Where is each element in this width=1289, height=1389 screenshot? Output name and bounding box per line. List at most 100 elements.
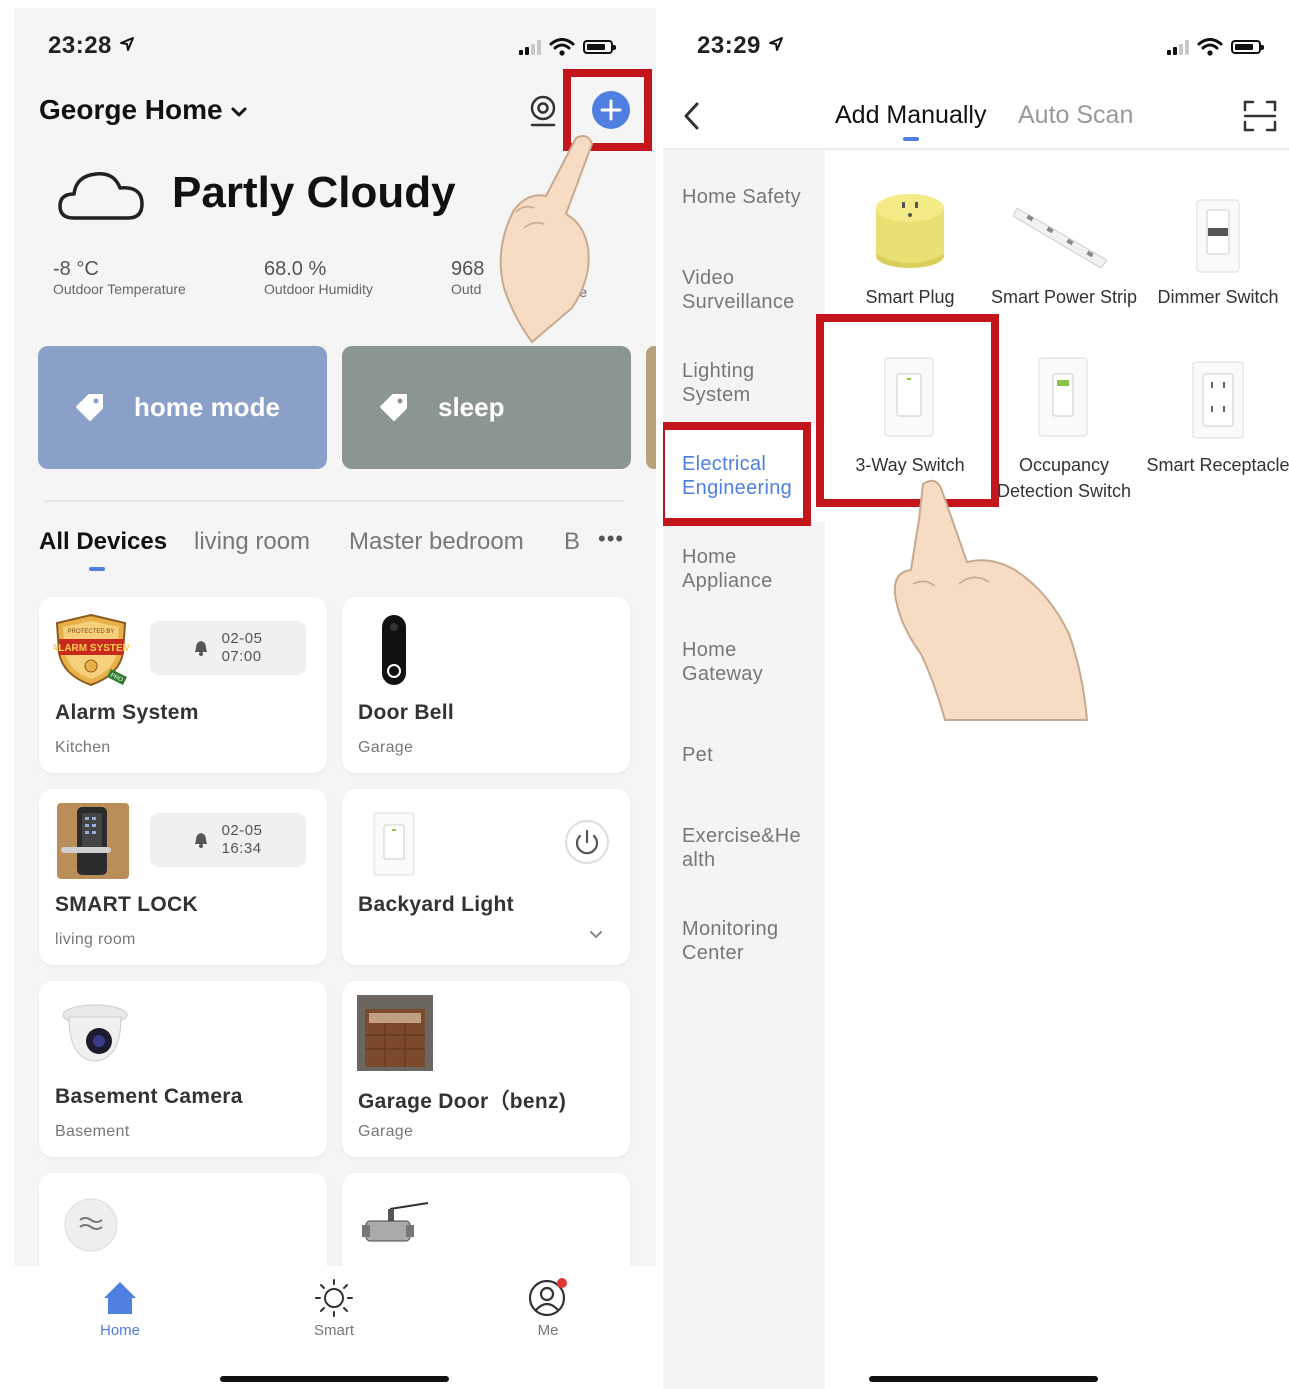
sensor-icon <box>64 1198 118 1252</box>
alarm-schedule: 02-05 16:34 <box>150 813 306 867</box>
nav-home-label[interactable]: Home <box>60 1322 180 1339</box>
device-name: Garage Door（benz) <box>358 1090 567 1113</box>
badge-top-text: PROTECTED BY <box>68 629 115 635</box>
home-icon[interactable] <box>100 1278 140 1318</box>
power-button[interactable] <box>564 819 610 865</box>
wifi-icon <box>549 38 575 56</box>
tab-all-devices[interactable]: All Devices <box>39 528 167 556</box>
tab-indicator <box>89 567 105 571</box>
category-exercise-health[interactable]: Exercise&He alth <box>682 824 801 872</box>
bell-icon <box>194 641 207 656</box>
category-video-surveillance[interactable]: Video Surveillance <box>682 266 795 314</box>
alarm-badge-icon: ALARM SYSTEM PROTECTED BY PRO <box>53 613 129 687</box>
doorbell-icon <box>382 615 406 685</box>
device-card-smart-lock[interactable]: 02-05 16:34 SMART LOCK living room <box>39 789 327 965</box>
product-smart-receptacle[interactable]: Smart Receptacle <box>1143 356 1289 506</box>
garage-door-icon <box>357 995 433 1071</box>
category-home-safety[interactable]: Home Safety <box>682 185 801 209</box>
chevron-down-icon <box>231 107 247 117</box>
cellular-signal-icon <box>1167 39 1189 55</box>
more-tabs-button[interactable]: ••• <box>598 526 624 552</box>
outdoor-humidity: 68.0 % Outdoor Humidity <box>264 258 373 297</box>
tab-master-bedroom[interactable]: Master bedroom <box>349 528 524 556</box>
nav-smart-label[interactable]: Smart <box>274 1322 394 1339</box>
location-arrow-icon <box>769 37 784 51</box>
sun-icon[interactable] <box>314 1278 354 1318</box>
category-home-gateway[interactable]: Home Gateway <box>682 638 763 686</box>
category-list <box>663 150 825 1389</box>
scene-home-mode[interactable]: home mode <box>38 346 327 469</box>
device-name: Door Bell <box>358 701 455 724</box>
product-label: Smart Power Strip <box>990 287 1138 307</box>
device-room: living room <box>55 931 136 948</box>
tab-living-room[interactable]: living room <box>194 528 310 556</box>
device-card-alarm-system[interactable]: ALARM SYSTEM PROTECTED BY PRO 02-05 07:00… <box>39 597 327 773</box>
status-time: 23:29 <box>697 32 784 60</box>
scene-sleep[interactable]: sleep <box>342 346 631 469</box>
scan-icon[interactable] <box>1243 100 1277 132</box>
smart-plug-icon <box>876 194 944 268</box>
home-selector[interactable]: George Home <box>39 94 248 126</box>
wifi-icon <box>1197 38 1223 56</box>
nav-me-label[interactable]: Me <box>488 1322 608 1339</box>
category-home-appliance[interactable]: Home Appliance <box>682 545 773 593</box>
category-electrical-engineering[interactable]: Electrical Engineering <box>682 452 792 500</box>
device-name: Basement Camera <box>55 1085 243 1108</box>
outdoor-temperature: -8 °C Outdoor Temperature <box>53 258 186 297</box>
tab-b[interactable]: B <box>564 528 580 556</box>
add-device-button[interactable] <box>592 91 630 129</box>
valve-icon <box>362 1202 429 1242</box>
location-arrow-icon <box>120 37 135 51</box>
cloud-icon <box>58 172 144 220</box>
tag-icon <box>380 393 407 421</box>
device-card-door-bell[interactable]: Door Bell Garage <box>342 597 630 773</box>
device-room: Garage <box>358 1123 414 1140</box>
scene-next-peek[interactable] <box>646 346 656 469</box>
profile-icon[interactable] <box>527 1276 569 1318</box>
camera-dome-icon <box>62 1004 128 1062</box>
product-smart-power-strip[interactable]: Smart Power Strip <box>989 188 1139 338</box>
chevron-down-icon[interactable] <box>588 929 604 941</box>
home-indicator <box>220 1376 449 1382</box>
alarm-schedule: 02-05 07:00 <box>150 621 306 675</box>
category-lighting-system[interactable]: Lighting System <box>682 359 754 407</box>
device-card-basement-camera[interactable]: Basement Camera Basement <box>39 981 327 1157</box>
product-label: Dimmer Switch <box>1157 287 1279 307</box>
battery-icon <box>1231 40 1264 54</box>
receptacle-icon <box>1192 361 1244 439</box>
product-dimmer-switch[interactable]: Dimmer Switch <box>1143 188 1289 338</box>
occupancy-switch-icon <box>1038 357 1088 437</box>
device-card-backyard-light[interactable]: Backyard Light <box>342 789 630 965</box>
device-name: SMART LOCK <box>55 893 198 916</box>
category-pet[interactable]: Pet <box>682 743 713 767</box>
device-card-garage-door[interactable]: Garage Door（benz) Garage <box>342 981 630 1157</box>
badge-pro-text: PRO <box>109 673 124 684</box>
camera-icon[interactable] <box>528 94 560 128</box>
category-monitoring-center[interactable]: Monitoring Center <box>682 917 778 965</box>
back-chevron-icon[interactable] <box>681 100 703 132</box>
bell-icon <box>194 833 207 848</box>
tab-add-manually[interactable]: Add Manually <box>835 101 986 130</box>
tab-auto-scan[interactable]: Auto Scan <box>1018 101 1133 130</box>
device-room: Garage <box>358 739 414 756</box>
weather-condition: Partly Cloudy <box>172 168 456 217</box>
tag-icon <box>76 393 103 421</box>
cellular-signal-icon <box>519 39 541 55</box>
scene-label: sleep <box>438 392 505 422</box>
device-room: Kitchen <box>55 739 111 756</box>
status-icons <box>1167 38 1264 56</box>
battery-icon <box>583 40 616 54</box>
device-name: Alarm System <box>55 701 199 724</box>
pointing-hand-illustration <box>893 479 1089 721</box>
badge-text: ALARM SYSTEM <box>53 643 129 654</box>
product-label: Smart Plug <box>865 287 955 307</box>
dimmer-switch-icon <box>1196 199 1240 273</box>
status-time: 23:28 <box>48 32 135 60</box>
scene-label: home mode <box>134 392 280 422</box>
tab-indicator <box>903 137 919 141</box>
device-name: Backyard Light <box>358 893 514 916</box>
home-indicator <box>869 1376 1098 1382</box>
pointing-hand-illustration <box>499 135 594 344</box>
home-screen: 23:28 George Home Partly Cloudy -8 °C Ou… <box>14 8 656 1389</box>
outdoor-pressure: 968 Outd <box>451 258 485 297</box>
